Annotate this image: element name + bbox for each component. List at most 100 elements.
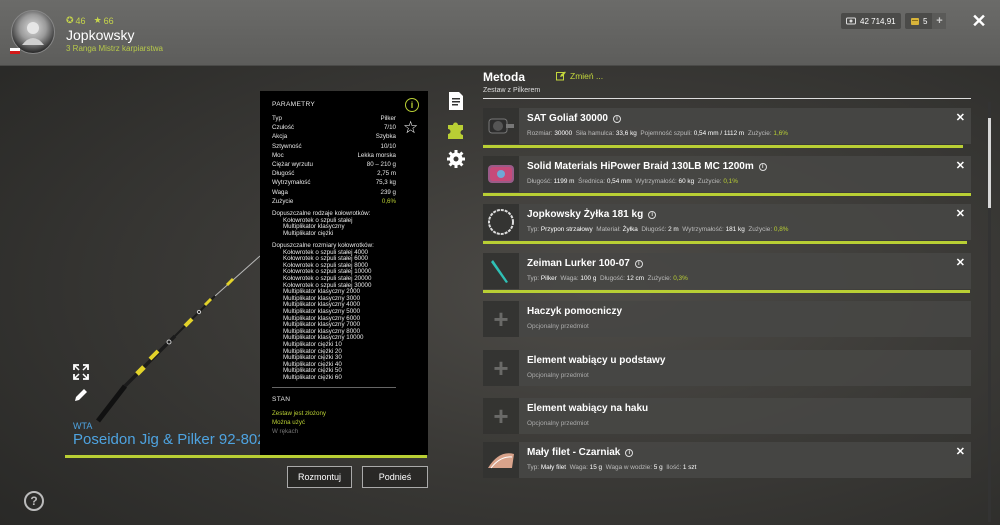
tackle-slot[interactable]: Jopkowsky Żyłka 181 kg i Typ: Przypon strz… — [483, 204, 971, 244]
tackle-slot[interactable]: + Element wabiący na haku Opcjonalny przed… — [483, 398, 971, 434]
meta-key: Długość: — [527, 178, 552, 185]
add-item-icon: + — [483, 398, 519, 434]
item-thumbnail — [483, 253, 519, 289]
parameter-label: Waga — [272, 188, 288, 196]
gold-counter: 5 + — [905, 13, 947, 29]
favorite-star-icon[interactable]: ☆ — [403, 119, 418, 136]
puzzle-icon[interactable] — [446, 120, 466, 140]
item-thumbnail — [483, 204, 519, 240]
slot-title: Zeiman Lurker 100-07 — [527, 258, 630, 269]
divider — [272, 386, 396, 388]
info-icon[interactable]: i — [405, 98, 419, 112]
rod-name: Poseidon Jig & Pilker 92-802 — [73, 431, 266, 448]
slot-title: Mały filet - Czarniak — [527, 447, 621, 458]
parameter-row: Długość 2,75 m — [272, 169, 396, 178]
meta-value: 5 g — [653, 464, 663, 471]
meta-value: 1 szt — [682, 464, 697, 471]
meta-key: Długość: — [641, 226, 667, 233]
rename-pencil-icon[interactable] — [72, 386, 90, 404]
meta-key: Waga: — [560, 275, 579, 282]
meta-value: 100 g — [580, 275, 597, 282]
meta-key: Wytrzymałość: — [682, 226, 724, 233]
pickup-button[interactable]: Podnieś — [362, 466, 428, 488]
add-gold-button[interactable]: + — [932, 13, 947, 29]
meta-key: Pojemność szpuli: — [640, 130, 692, 137]
parameter-label: Zużycie — [272, 197, 294, 205]
tackle-slot[interactable]: + Element wabiący u podstawy Opcjonalny pr… — [483, 350, 971, 386]
state-title: STAN — [272, 395, 291, 403]
slot-title: Haczyk pomocniczy — [527, 306, 623, 317]
meta-key: Waga w wodzie: — [605, 464, 652, 471]
tackle-slot[interactable]: Zeiman Lurker 100-07 i Typ: Pilker Waga: 1… — [483, 253, 971, 293]
info-icon[interactable]: i — [612, 114, 621, 123]
scrollbar-thumb[interactable] — [988, 118, 991, 208]
document-icon[interactable] — [446, 91, 466, 111]
rod-preview — [65, 91, 260, 459]
info-icon[interactable]: i — [625, 448, 634, 457]
list-item: Multiplikator ciężki — [283, 230, 334, 238]
slot-meta: Typ: Przypon strzałowy Materiał: Żyłka D… — [527, 226, 788, 233]
remove-item-icon[interactable]: ✕ — [956, 256, 965, 269]
meta-value: 33,6 kg — [615, 130, 637, 137]
meta-value: 0,8% — [773, 226, 789, 233]
meta-value: 12 cm — [626, 275, 645, 282]
meta-value: 0,54 mm / 1112 m — [693, 130, 745, 137]
info-icon[interactable]: i — [648, 210, 657, 219]
divider — [483, 98, 971, 99]
remove-item-icon[interactable]: ✕ — [956, 111, 965, 124]
tackle-slot[interactable]: Solid Materials HiPower Braid 130LB MC 1… — [483, 156, 971, 196]
meta-value: 2 m — [668, 226, 679, 233]
parameter-value: 75,3 kg — [375, 179, 396, 187]
parameter-label: Ciężar wyrzutu — [272, 160, 313, 168]
remove-item-icon[interactable]: ✕ — [956, 445, 965, 458]
country-flag-icon — [10, 48, 20, 54]
meta-key: Waga: — [569, 464, 588, 471]
help-icon[interactable]: ? — [24, 491, 44, 511]
meta-key: Długość: — [599, 275, 625, 282]
parameter-label: Moc — [272, 151, 284, 159]
gear-icon[interactable] — [446, 149, 466, 169]
info-icon[interactable]: i — [758, 162, 767, 171]
top-bar: ✪ 46 ★ 66 Jopkowsky 3 Ranga Mistrz karpiar… — [0, 0, 1000, 66]
parameter-row: Sztywność 10/10 — [272, 142, 396, 151]
remove-item-icon[interactable]: ✕ — [956, 207, 965, 220]
meta-value: Pilker — [540, 275, 557, 282]
info-icon[interactable]: i — [634, 259, 643, 268]
parameter-row: Ciężar wyrzutu 80 – 210 g — [272, 160, 396, 169]
state-line: Można użyć — [272, 418, 306, 426]
parameter-value: 2,75 m — [377, 170, 396, 178]
parameter-row: Zużycie 0,6% — [272, 197, 396, 206]
change-method-link[interactable]: Zmień ... — [556, 71, 603, 81]
rod-brand: WTA — [73, 421, 93, 431]
stars-stat: ★ 66 — [93, 15, 114, 26]
slot-meta: Długość: 1199 m Średnica: 0,54 mm Wytrzy… — [527, 178, 738, 185]
meta-key: Typ: — [527, 226, 540, 233]
list-item: Multiplikator ciężki 60 — [283, 373, 342, 381]
username: Jopkowsky — [66, 27, 135, 43]
parameter-label: Wytrzymałość — [272, 179, 311, 187]
tackle-slot[interactable]: + Haczyk pomocniczy Opcjonalny przedmiot — [483, 301, 971, 337]
parameter-value: 10/10 — [380, 142, 396, 150]
parameter-row: Wytrzymałość 75,3 kg — [272, 178, 396, 187]
remove-item-icon[interactable]: ✕ — [956, 159, 965, 172]
meta-value: Mały filet — [540, 464, 567, 471]
meta-value: 181 kg — [725, 226, 745, 233]
close-icon[interactable]: ✕ — [968, 10, 990, 32]
meta-key: Zużycie: — [647, 275, 672, 282]
meta-key: Ilość: — [666, 464, 682, 471]
level-icon: ✪ — [66, 15, 74, 25]
parameter-row: Czułość 7/10 — [272, 123, 396, 132]
meta-key: Materiał: — [596, 226, 621, 233]
parameter-label: Czułość — [272, 124, 295, 132]
meta-key: Rozmiar: — [527, 130, 553, 137]
expand-icon[interactable] — [72, 363, 90, 381]
method-subtitle: Zestaw z Pilkerem — [483, 87, 541, 94]
money-icon — [846, 17, 856, 25]
disassemble-button[interactable]: Rozmontuj — [287, 466, 352, 488]
condition-bar — [483, 241, 968, 244]
tackle-slot[interactable]: Mały filet - Czarniak i Typ: Mały filet Wa… — [483, 442, 971, 478]
parameters-title: PARAMETRY — [272, 101, 316, 108]
meta-value: 30000 — [554, 130, 573, 137]
condition-bar — [483, 193, 971, 196]
tackle-slot[interactable]: SAT Goliaf 30000 i Rozmiar: 30000 Siła ham… — [483, 108, 971, 148]
